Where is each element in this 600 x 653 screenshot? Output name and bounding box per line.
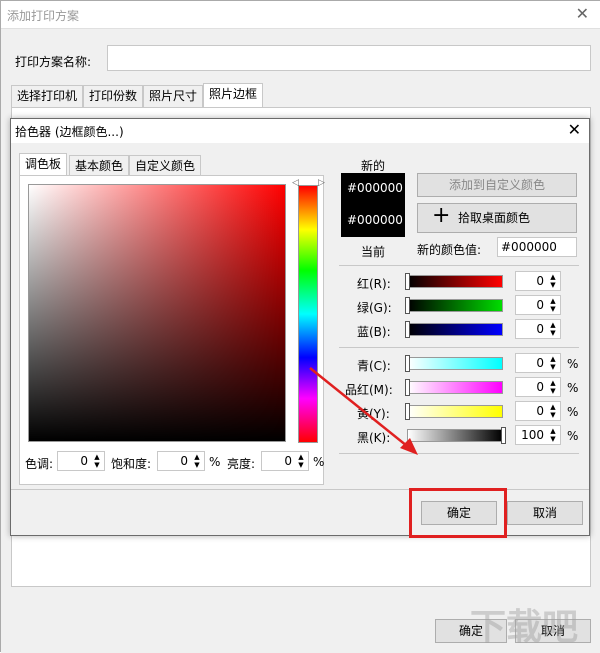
black-slider-thumb[interactable] bbox=[501, 427, 506, 444]
green-slider-thumb[interactable] bbox=[405, 297, 410, 314]
green-label: 绿(G): bbox=[357, 301, 392, 315]
watermark: 下载吧 bbox=[470, 607, 579, 648]
saturation-value: 0 bbox=[180, 454, 188, 468]
blue-slider-thumb[interactable] bbox=[405, 321, 410, 338]
new-color-hex: #000000 bbox=[347, 181, 403, 195]
spinner-arrows-icon[interactable]: ▲ ▼ bbox=[548, 355, 558, 371]
saturation-brightness-field[interactable] bbox=[28, 184, 286, 442]
spinner-arrows-icon[interactable]: ▲ ▼ bbox=[548, 427, 558, 443]
luminance-value: 0 bbox=[284, 454, 292, 468]
separator bbox=[339, 347, 579, 348]
magenta-value: 0 bbox=[536, 380, 544, 394]
tab-palette[interactable]: 调色板 bbox=[19, 153, 68, 177]
scheme-name-input[interactable] bbox=[107, 45, 591, 71]
color-preview-swatch: #000000 #000000 bbox=[341, 173, 405, 237]
blue-value: 0 bbox=[536, 322, 544, 336]
annotation-arrow-head bbox=[400, 438, 418, 455]
window-titlebar: 添加打印方案 ✕ bbox=[1, 1, 600, 29]
spinner-arrows-icon[interactable]: ▲ ▼ bbox=[192, 453, 202, 469]
dialog-cancel-button[interactable]: 取消 bbox=[507, 501, 583, 525]
color-picker-dialog: 拾色器 (边框颜色...) ✕ 调色板 基本颜色 自定义颜色 ◁ ▷ 色调: 0… bbox=[10, 118, 590, 536]
hue-marker-right-icon: ▷ bbox=[318, 178, 325, 188]
hue-marker-left-icon: ◁ bbox=[292, 178, 299, 188]
blue-label: 蓝(B): bbox=[357, 325, 391, 339]
hue-label: 色调: bbox=[25, 457, 54, 471]
red-slider-thumb[interactable] bbox=[405, 273, 410, 290]
red-spinner[interactable]: 0 ▲ ▼ bbox=[515, 271, 561, 291]
annotation-arrow-icon bbox=[309, 367, 418, 455]
pick-screen-color-button[interactable]: + 拾取桌面颜色 bbox=[417, 203, 577, 233]
magenta-percent: % bbox=[567, 381, 579, 395]
saturation-label: 饱和度: bbox=[111, 457, 152, 471]
palette-panel: ◁ ▷ bbox=[19, 175, 325, 485]
spinner-arrows-icon[interactable]: ▲ ▼ bbox=[92, 453, 102, 469]
red-label: 红(R): bbox=[357, 277, 391, 291]
crosshair-icon: + bbox=[432, 203, 451, 228]
yellow-percent: % bbox=[567, 405, 579, 419]
green-slider[interactable] bbox=[407, 299, 503, 312]
yellow-value: 0 bbox=[536, 404, 544, 418]
saturation-percent: % bbox=[209, 455, 221, 469]
scheme-name-label: 打印方案名称: bbox=[15, 55, 92, 69]
window-title: 添加打印方案 bbox=[7, 9, 80, 23]
new-value-label: 新的颜色值: bbox=[417, 243, 482, 257]
spinner-arrows-icon[interactable]: ▲ ▼ bbox=[548, 297, 558, 313]
spinner-arrows-icon[interactable]: ▲ ▼ bbox=[548, 403, 558, 419]
tab-select-printer[interactable]: 选择打印机 bbox=[11, 85, 84, 107]
red-value: 0 bbox=[536, 274, 544, 288]
dialog-title: 拾色器 (边框颜色...) bbox=[15, 125, 124, 139]
annotation-arrow-shaft bbox=[309, 367, 413, 451]
black-value: 100 bbox=[521, 428, 544, 442]
spinner-arrows-icon[interactable]: ▲ ▼ bbox=[548, 273, 558, 289]
spinner-arrows-icon[interactable]: ▲ ▼ bbox=[548, 321, 558, 337]
cyan-spinner[interactable]: 0 ▲ ▼ bbox=[515, 353, 561, 373]
current-color-label: 当前 bbox=[361, 245, 386, 259]
yellow-spinner[interactable]: 0 ▲ ▼ bbox=[515, 401, 561, 421]
hue-spinner[interactable]: 0 ▲ ▼ bbox=[57, 451, 105, 471]
new-color-value-input[interactable]: #000000 bbox=[497, 237, 577, 257]
blue-slider[interactable] bbox=[407, 323, 503, 336]
cyan-percent: % bbox=[567, 357, 579, 371]
dialog-close-icon[interactable]: ✕ bbox=[568, 120, 581, 139]
add-custom-color-button[interactable]: 添加到自定义颜色 bbox=[417, 173, 577, 197]
separator bbox=[339, 265, 579, 266]
tab-copies[interactable]: 打印份数 bbox=[83, 85, 144, 107]
hue-value: 0 bbox=[80, 454, 88, 468]
tab-photo-size[interactable]: 照片尺寸 bbox=[143, 85, 204, 107]
tab-photo-border[interactable]: 照片边框 bbox=[203, 83, 264, 107]
cyan-value: 0 bbox=[536, 356, 544, 370]
annotation-highlight-box bbox=[409, 488, 507, 538]
dialog-titlebar: 拾色器 (边框颜色...) ✕ bbox=[11, 119, 589, 143]
close-icon[interactable]: ✕ bbox=[576, 4, 589, 23]
green-spinner[interactable]: 0 ▲ ▼ bbox=[515, 295, 561, 315]
red-slider[interactable] bbox=[407, 275, 503, 288]
luminance-label: 亮度: bbox=[227, 457, 256, 471]
new-color-label: 新的 bbox=[361, 159, 386, 173]
magenta-spinner[interactable]: 0 ▲ ▼ bbox=[515, 377, 561, 397]
tab-custom-colors[interactable]: 自定义颜色 bbox=[129, 155, 202, 177]
black-spinner[interactable]: 100 ▲ ▼ bbox=[515, 425, 561, 445]
black-percent: % bbox=[567, 429, 579, 443]
blue-spinner[interactable]: 0 ▲ ▼ bbox=[515, 319, 561, 339]
pick-screen-color-label: 拾取桌面颜色 bbox=[458, 211, 531, 225]
tab-basic-colors[interactable]: 基本颜色 bbox=[69, 155, 130, 177]
current-color-hex: #000000 bbox=[347, 213, 403, 227]
saturation-spinner[interactable]: 0 ▲ ▼ bbox=[157, 451, 205, 471]
green-value: 0 bbox=[536, 298, 544, 312]
spinner-arrows-icon[interactable]: ▲ ▼ bbox=[548, 379, 558, 395]
